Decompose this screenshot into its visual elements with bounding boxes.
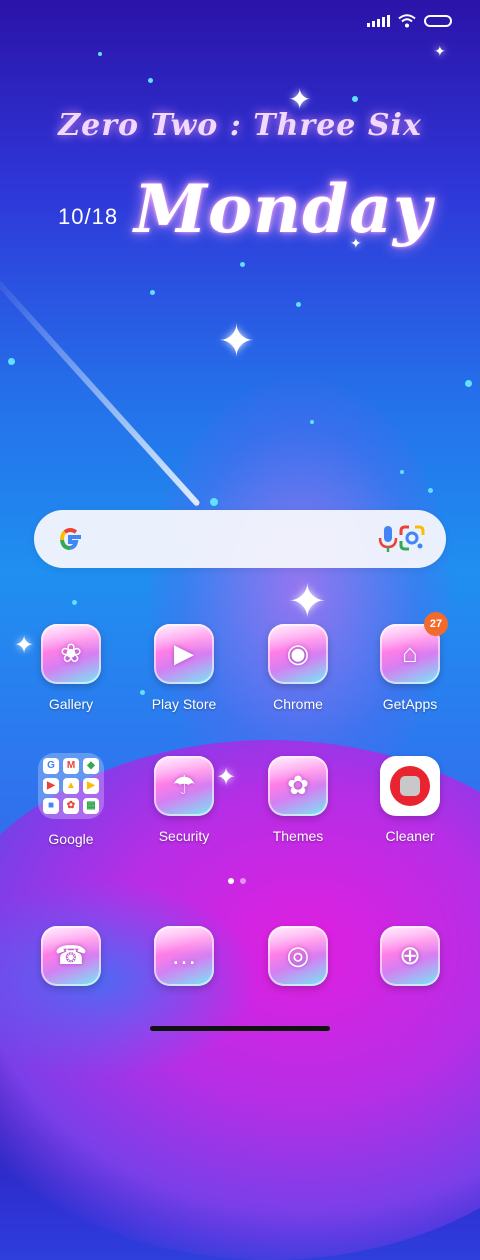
app-label: GetApps bbox=[382, 696, 438, 712]
app-label: Chrome bbox=[273, 696, 323, 712]
messages-icon: … bbox=[171, 940, 197, 970]
gesture-home-bar[interactable] bbox=[150, 1026, 330, 1031]
cleaner-icon bbox=[390, 766, 430, 806]
day-text: Monday bbox=[134, 170, 433, 248]
app-label: Google bbox=[48, 831, 94, 847]
getapps-icon: ⌂ bbox=[402, 638, 418, 668]
security-icon: ☂ bbox=[172, 770, 196, 800]
app-label: Cleaner bbox=[385, 828, 435, 844]
chrome-icon: ◉ bbox=[286, 638, 310, 668]
app-chrome[interactable]: ◉ Chrome bbox=[250, 624, 346, 712]
clock-time-text: Zero Two : Three Six bbox=[58, 108, 422, 143]
app-label: Play Store bbox=[151, 696, 217, 712]
app-cleaner[interactable]: Cleaner bbox=[362, 756, 458, 844]
app-google-folder[interactable]: G M ◆ ▶ ▲ ▶ ■ ✿ ▦ Google bbox=[23, 753, 119, 847]
google-folder-icon: G M ◆ ▶ ▲ ▶ ■ ✿ ▦ bbox=[38, 753, 104, 819]
lens-icon[interactable] bbox=[398, 524, 426, 552]
dock-camera[interactable]: ◎ bbox=[250, 926, 346, 986]
battery-icon bbox=[424, 15, 452, 27]
app-themes[interactable]: ✿ Themes bbox=[250, 756, 346, 844]
page-dot bbox=[240, 878, 246, 884]
app-security[interactable]: ☂ Security bbox=[136, 756, 232, 844]
google-g-icon bbox=[60, 528, 81, 550]
app-label: Security bbox=[158, 828, 210, 844]
app-label: Themes bbox=[272, 828, 324, 844]
page-dot-active bbox=[228, 878, 234, 884]
mic-icon[interactable] bbox=[376, 524, 400, 554]
dock-phone[interactable]: ☎ bbox=[23, 926, 119, 986]
play-store-icon: ▶ bbox=[174, 638, 194, 668]
browser-icon: ⊕ bbox=[399, 940, 421, 970]
app-gallery[interactable]: ❀ Gallery bbox=[23, 624, 119, 712]
google-search-bar[interactable] bbox=[34, 510, 446, 568]
app-getapps[interactable]: ⌂ 27 GetApps bbox=[362, 612, 458, 712]
date-text: 10/18 bbox=[58, 204, 119, 229]
dock-browser[interactable]: ⊕ bbox=[362, 926, 458, 986]
phone-icon: ☎ bbox=[54, 940, 88, 970]
app-label: Gallery bbox=[48, 696, 94, 712]
gallery-icon: ❀ bbox=[60, 638, 82, 668]
signal-icon bbox=[367, 15, 390, 27]
notification-badge: 27 bbox=[424, 612, 448, 636]
themes-icon: ✿ bbox=[287, 770, 309, 800]
wifi-icon bbox=[398, 14, 416, 28]
status-bar bbox=[367, 10, 452, 32]
page-indicator bbox=[228, 878, 246, 884]
camera-icon: ◎ bbox=[286, 940, 310, 970]
comet-streak bbox=[0, 280, 201, 507]
app-play-store[interactable]: ▶ Play Store bbox=[136, 624, 232, 712]
dock-messages[interactable]: … bbox=[136, 926, 232, 986]
